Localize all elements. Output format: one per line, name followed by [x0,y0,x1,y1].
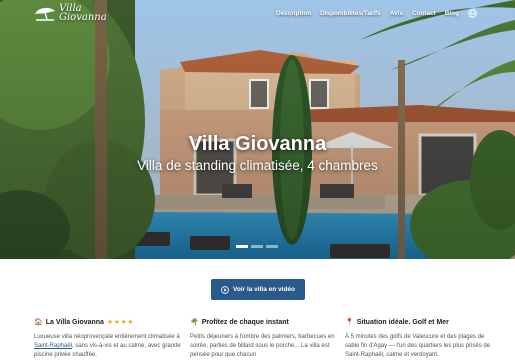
feature-location-text: À 5 minutes des golfs de Valescure et de… [345,334,491,358]
hero-slider: Villa Giovanna Description Disponibilité… [0,0,515,259]
hero-title: Villa Giovanna [188,133,327,155]
umbrella-logo-icon [35,7,55,21]
house-icon: 🏠 [34,319,43,326]
feature-location-heading: 📍 Situation idéale. Golf et Mer [345,318,493,327]
main-nav: Description Disponibilités/Tarifs Avis C… [276,9,477,18]
site-logo[interactable]: Villa Giovanna [34,4,107,23]
language-globe-icon[interactable] [468,9,477,18]
logo-line2: Giovanna [59,12,107,23]
slide-dot-2[interactable] [251,245,263,248]
nav-reviews[interactable]: Avis [390,10,403,17]
logo-text: Villa Giovanna [59,4,107,23]
watch-video-label: Voir la villa en vidéo [232,286,295,293]
watch-video-button[interactable]: Voir la villa en vidéo [211,279,305,300]
feature-enjoy-title: Profitez de chaque instant [201,318,289,326]
feature-location-title: Situation idéale. Golf et Mer [356,318,449,326]
rating-stars: ★★★★ [106,319,135,326]
feature-villa: 🏠 La Villa Giovanna ★★★★ Luxueuse villa … [34,318,184,360]
nav-availability[interactable]: Disponibilités/Tarifs [320,10,381,17]
feature-location: 📍 Situation idéale. Golf et Mer À 5 minu… [345,318,493,360]
feature-enjoy: 🌴 Profitez de chaque instant Petits déje… [190,318,336,360]
feature-enjoy-heading: 🌴 Profitez de chaque instant [190,318,336,327]
nav-contact[interactable]: Contact [412,10,436,17]
villa-photo [0,0,515,259]
feature-villa-title: La Villa Giovanna [45,318,104,326]
play-circle-icon [221,285,229,294]
nav-description[interactable]: Description [276,10,311,17]
feature-villa-text: Luxueuse villa néoprovençale entièrement… [34,333,184,360]
feature-villa-heading: 🏠 La Villa Giovanna ★★★★ [34,318,184,327]
features-section: 🏠 La Villa Giovanna ★★★★ Luxueuse villa … [0,318,515,361]
saint-raphael-link[interactable]: Saint-Raphaël [34,343,72,349]
palm-tree-icon: 🌴 [190,319,199,326]
feature-villa-text-start: Luxueuse villa néoprovençale entièrement… [34,334,180,340]
slider-pagination [236,245,278,248]
feature-enjoy-text: Petits déjeuners à l'ombre des palmiers,… [190,334,335,358]
slide-dot-1[interactable] [236,245,248,248]
slide-dot-3[interactable] [266,245,278,248]
nav-blog[interactable]: Blog [445,10,459,17]
hero-subtitle: Villa de standing climatisée, 4 chambres [137,158,378,173]
pin-icon: 📍 [345,319,354,326]
